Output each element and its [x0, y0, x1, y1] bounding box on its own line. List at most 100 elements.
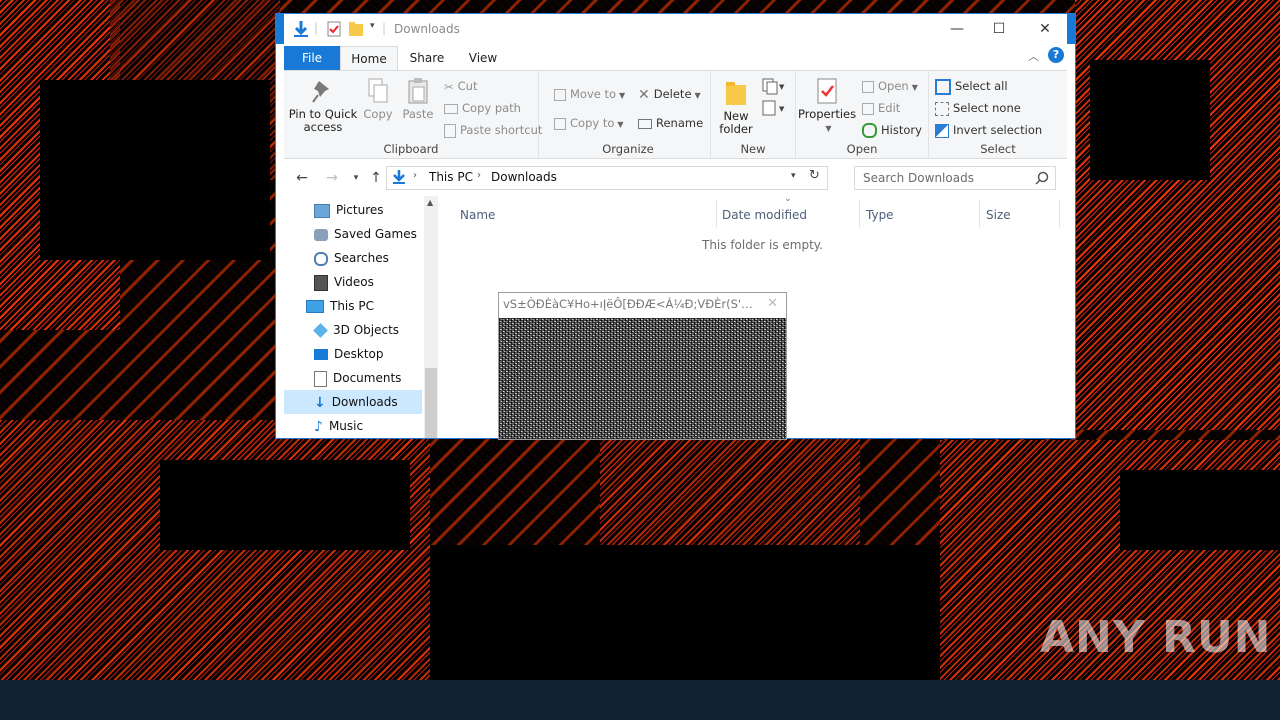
properties-qat-icon[interactable]: [326, 20, 342, 38]
nav-item-label: Searches: [334, 251, 389, 265]
copy-button[interactable]: Copy: [360, 77, 396, 121]
new-group-label: New: [740, 142, 766, 156]
refresh-icon[interactable]: ↻: [809, 168, 820, 183]
maximize-button[interactable]: ☐: [976, 14, 1022, 44]
popup-close-icon[interactable]: ✕: [767, 296, 778, 311]
address-bar[interactable]: › This PC › Downloads ▾ ↻: [386, 166, 828, 190]
nav-item-music[interactable]: ♪ Music: [314, 414, 363, 438]
nav-item-pictures[interactable]: Pictures: [314, 198, 384, 222]
collapse-ribbon-icon[interactable]: ︿: [1028, 48, 1039, 64]
nav-pane-scrollbar[interactable]: ▲: [424, 196, 438, 438]
select-group-label: Select: [980, 142, 1016, 156]
nav-item-videos[interactable]: Videos: [314, 270, 374, 294]
paste-shortcut-button[interactable]: Paste shortcut: [444, 121, 542, 139]
dark-block: [430, 545, 950, 680]
qat-customize-icon[interactable]: ▾: [370, 21, 375, 31]
invert-selection-button[interactable]: Invert selection: [935, 121, 1042, 139]
select-none-button[interactable]: Select none: [935, 99, 1021, 117]
column-date-modified[interactable]: Date modified: [722, 204, 807, 226]
paste-shortcut-icon: [444, 123, 456, 138]
downloads-arrow-icon: [294, 21, 308, 37]
search-input[interactable]: Search Downloads: [854, 166, 1056, 190]
organize-group-label: Organize: [602, 142, 654, 156]
cut-label: Cut: [457, 79, 478, 93]
move-to-button[interactable]: Move to ▼: [554, 85, 625, 103]
column-divider: [859, 200, 860, 228]
nav-item-label: Saved Games: [334, 227, 417, 241]
pictures-icon: [314, 203, 330, 218]
column-type[interactable]: Type: [866, 204, 894, 226]
delete-button[interactable]: ✕ Delete ▼: [638, 85, 701, 103]
popup-title: vS±ÒÐÈàC¥Ho+ıĮëÔ[ĐĐÆ<Á¼Ð;VĐÈr(S'äV...: [503, 297, 759, 311]
column-size[interactable]: Size: [986, 204, 1011, 226]
breadcrumb-this-pc[interactable]: This PC: [429, 170, 473, 184]
new-item-icon[interactable]: ▼: [761, 77, 785, 95]
properties-button[interactable]: Properties ▼: [798, 77, 856, 135]
breadcrumb-downloads[interactable]: Downloads: [491, 170, 557, 184]
delete-x-icon: ✕: [638, 86, 650, 103]
navigation-bar: ← → ▾ ↑ › This PC › Downloads ▾ ↻ Search…: [284, 164, 1067, 192]
breadcrumb-separator: ›: [413, 170, 417, 181]
nav-item-searches[interactable]: Searches: [314, 246, 389, 270]
tab-home[interactable]: Home: [340, 46, 398, 71]
svg-text:▼: ▼: [779, 105, 785, 113]
scrollbar-thumb[interactable]: [425, 368, 437, 438]
copy-path-button[interactable]: Copy path: [444, 99, 521, 117]
recent-locations-icon[interactable]: ▾: [346, 168, 366, 188]
new-folder-qat-icon[interactable]: [348, 20, 364, 38]
pin-to-quick-access-button[interactable]: Pin to Quick access: [288, 77, 358, 134]
edit-button[interactable]: Edit: [862, 99, 900, 117]
column-name[interactable]: Name: [460, 204, 495, 226]
move-to-icon: [554, 88, 566, 101]
easy-access-icon[interactable]: ▼: [761, 99, 785, 117]
move-to-label: Move to: [570, 87, 617, 101]
copy-to-button[interactable]: Copy to ▼: [554, 114, 624, 132]
history-button[interactable]: History: [862, 121, 922, 139]
static-noise-image: [499, 318, 786, 439]
empty-folder-message: This folder is empty.: [702, 238, 823, 252]
cut-button[interactable]: ✂ Cut: [444, 77, 477, 95]
nav-item-documents[interactable]: Documents: [314, 366, 401, 390]
invert-selection-label: Invert selection: [953, 123, 1043, 137]
address-dropdown-icon[interactable]: ▾: [791, 171, 796, 181]
sort-chevron-icon: ⌄: [784, 194, 792, 204]
nav-item-this-pc[interactable]: This PC: [306, 294, 374, 318]
back-arrow-icon[interactable]: ←: [292, 168, 312, 188]
dark-block: [40, 80, 270, 260]
delete-label: Delete: [653, 87, 692, 101]
close-button[interactable]: ✕: [1022, 14, 1068, 44]
new-folder-button[interactable]: New folder: [715, 79, 757, 136]
copy-path-label: Copy path: [462, 101, 521, 115]
paste-button[interactable]: Paste: [400, 77, 436, 121]
nav-item-downloads[interactable]: ↓ Downloads: [284, 390, 422, 414]
dark-block: [1120, 470, 1280, 550]
up-arrow-icon[interactable]: ↑: [366, 168, 386, 188]
tab-file[interactable]: File: [284, 46, 340, 70]
open-button[interactable]: Open ▼: [862, 77, 918, 95]
scroll-up-icon[interactable]: ▲: [427, 198, 433, 207]
anyrun-watermark: ANY RUN: [1040, 612, 1272, 663]
column-divider: [1059, 200, 1060, 228]
select-all-button[interactable]: Select all: [935, 77, 1008, 95]
clipboard-group-label: Clipboard: [383, 142, 439, 156]
copy-to-icon: [554, 117, 566, 130]
pin-label-line2: access: [303, 120, 343, 134]
tab-view[interactable]: View: [458, 46, 508, 70]
organize-group: Move to ▼ Copy to ▼ ✕ Delete ▼ Rename Organi…: [546, 71, 711, 158]
pin-label-line1: Pin to Quick: [288, 107, 358, 121]
nav-item-label: Downloads: [331, 395, 398, 409]
paste-icon: [408, 78, 428, 104]
nav-item-saved-games[interactable]: Saved Games: [314, 222, 417, 246]
tab-share[interactable]: Share: [402, 46, 452, 70]
forward-arrow-icon[interactable]: →: [322, 168, 342, 188]
help-icon[interactable]: ?: [1048, 47, 1064, 63]
nav-item-desktop[interactable]: Desktop: [314, 342, 384, 366]
nav-item-3d-objects[interactable]: 3D Objects: [313, 318, 399, 342]
rename-button[interactable]: Rename: [638, 114, 703, 132]
nav-item-label: This PC: [330, 299, 374, 313]
noise-popup-window[interactable]: vS±ÒÐÈàC¥Ho+ıĮëÔ[ĐĐÆ<Á¼Ð;VĐÈr(S'äV... ✕: [498, 292, 787, 440]
open-dropdown-icon: ▼: [911, 83, 918, 92]
paste-shortcut-label: Paste shortcut: [460, 123, 543, 137]
minimize-button[interactable]: —: [934, 14, 980, 44]
copy-icon: [368, 78, 388, 103]
